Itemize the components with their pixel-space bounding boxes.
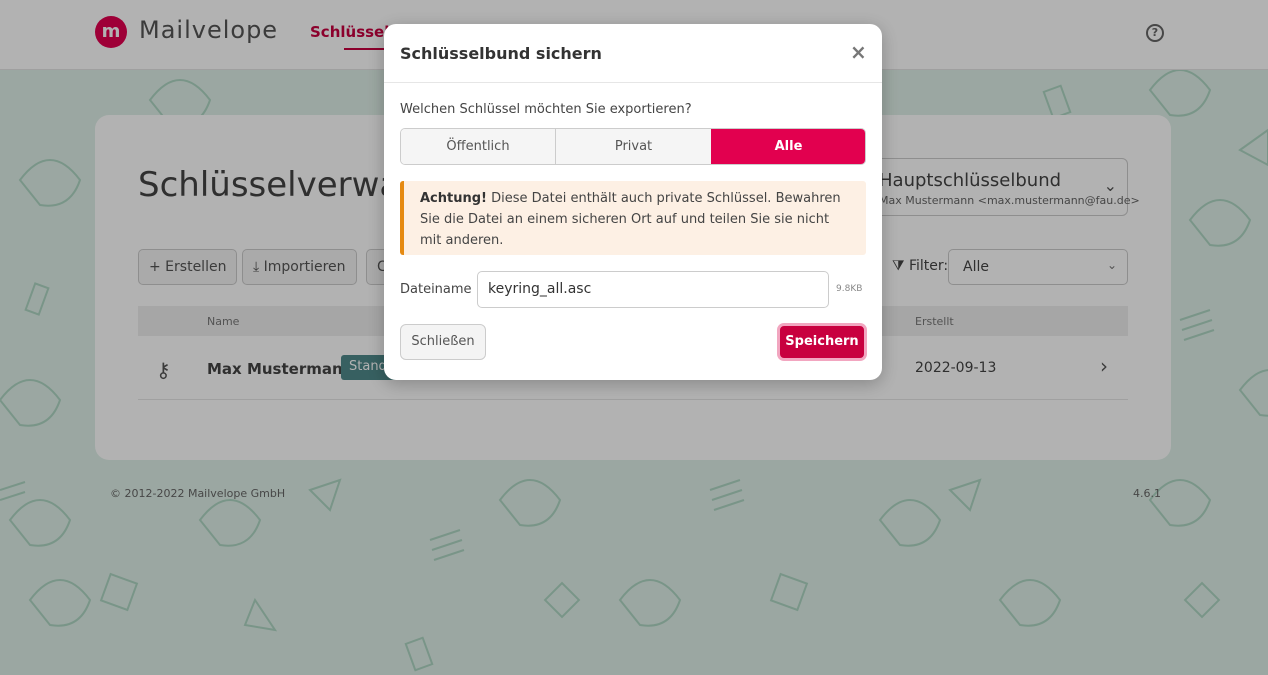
option-all[interactable]: Alle: [711, 129, 865, 164]
file-size: 9.8KB: [836, 284, 863, 294]
option-public[interactable]: Öffentlich: [401, 129, 556, 164]
export-question: Welchen Schlüssel möchten Sie exportiere…: [400, 102, 692, 117]
filename-label: Dateiname: [400, 282, 472, 297]
modal-title: Schlüsselbund sichern: [400, 44, 602, 63]
alert-strong: Achtung!: [420, 191, 487, 206]
key-type-selector: Öffentlich Privat Alle: [400, 128, 866, 165]
export-keyring-modal: Schlüsselbund sichern × Welchen Schlüsse…: [384, 24, 882, 380]
modal-header: Schlüsselbund sichern ×: [384, 24, 882, 83]
warning-alert: Achtung! Diese Datei enthält auch privat…: [400, 181, 866, 255]
close-button[interactable]: Schließen: [400, 324, 486, 360]
save-button[interactable]: Speichern: [777, 323, 867, 361]
close-icon[interactable]: ×: [850, 40, 867, 64]
filename-input[interactable]: keyring_all.asc: [477, 271, 829, 308]
option-private[interactable]: Privat: [556, 129, 711, 164]
